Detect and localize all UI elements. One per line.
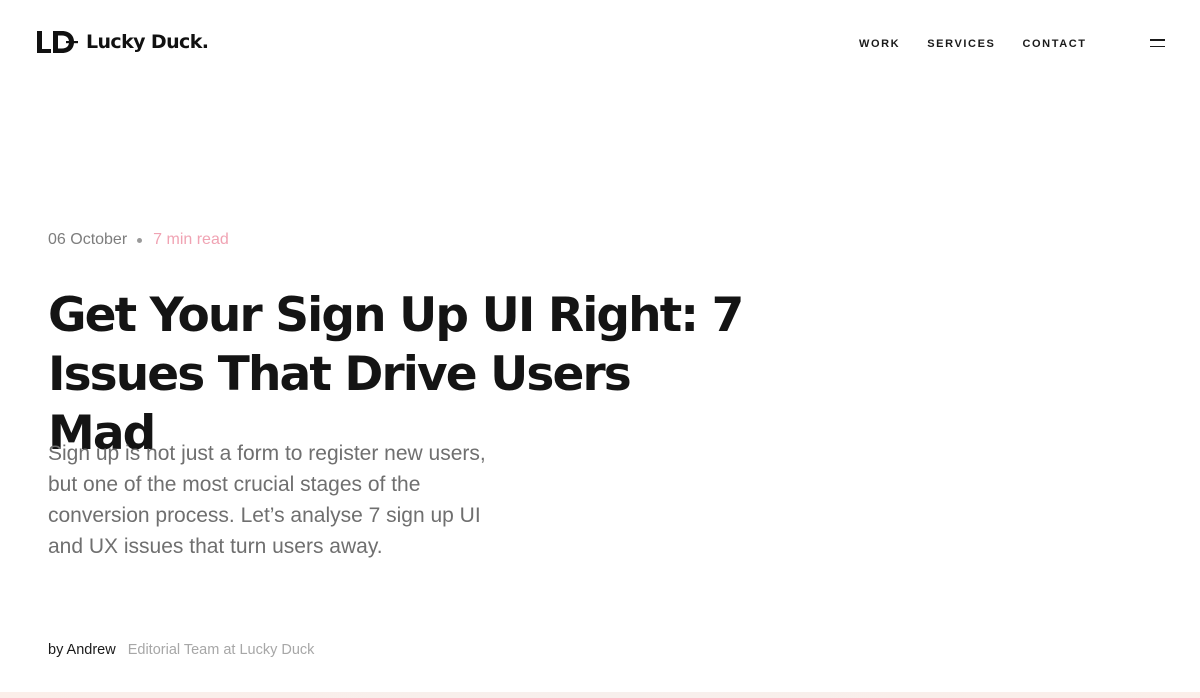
main-nav: WORK SERVICES CONTACT [859, 38, 1087, 50]
logo-text: Lucky Duck. [86, 31, 209, 53]
logo-link[interactable]: Lucky Duck. [36, 29, 209, 55]
article-title: Get Your Sign Up UI Right: 7 Issues That… [48, 288, 744, 461]
nav-item-services[interactable]: SERVICES [927, 38, 995, 50]
page: Lucky Duck. WORK SERVICES CONTACT 06 Oct… [0, 0, 1200, 698]
hamburger-line [1149, 45, 1165, 47]
author-role: Editorial Team at Lucky Duck [127, 642, 315, 658]
hamburger-line [1149, 39, 1165, 41]
author-name[interactable]: by Andrew [48, 642, 116, 658]
hero-image-edge [0, 692, 1200, 698]
nav-item-work[interactable]: WORK [859, 38, 900, 50]
site-header: Lucky Duck. WORK SERVICES CONTACT [0, 0, 1200, 90]
ld-logo-icon [37, 31, 78, 53]
article-date: 06 October [48, 231, 128, 248]
article-meta: 06 October 7 min read [48, 231, 229, 249]
article-lead: Sign up is not just a form to register n… [48, 442, 486, 558]
read-time: 7 min read [153, 231, 229, 248]
article-byline: by Andrew Editorial Team at Lucky Duck [48, 642, 314, 658]
separator-dot [137, 237, 143, 243]
hamburger-icon[interactable] [1143, 33, 1171, 53]
nav-item-contact[interactable]: CONTACT [1022, 38, 1086, 50]
